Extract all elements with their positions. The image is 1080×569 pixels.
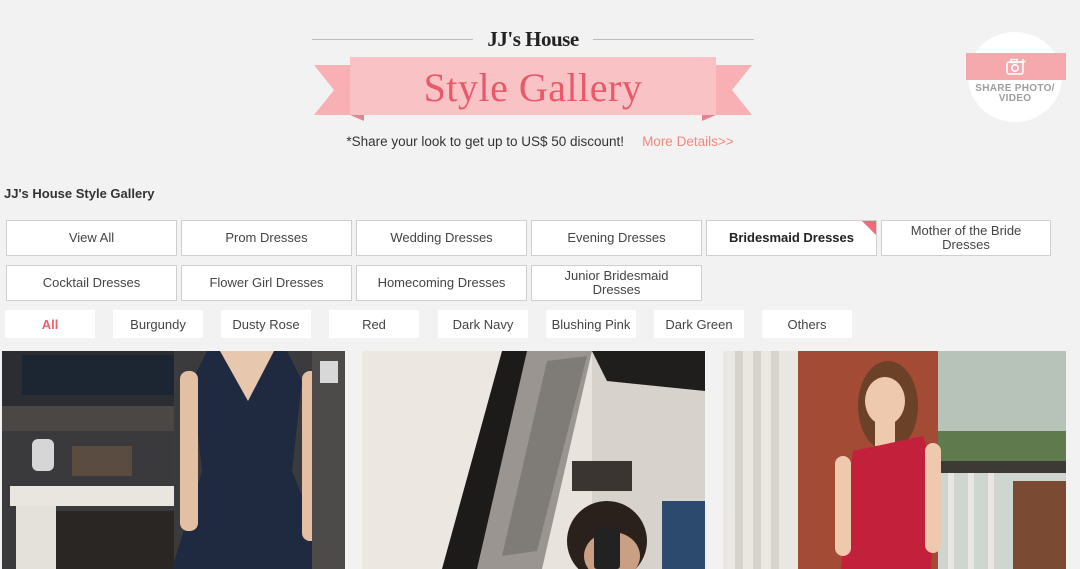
color-filter-all[interactable]: All — [5, 310, 95, 338]
color-filter-label: Dark Navy — [452, 316, 514, 332]
brand-logo: JJ's House — [487, 26, 579, 51]
color-filter-blushing-pink[interactable]: Blushing Pink — [546, 310, 636, 338]
promo-text: *Share your look to get up to US$ 50 dis… — [346, 134, 625, 149]
color-filter-red[interactable]: Red — [329, 310, 419, 338]
photo-red-dress — [723, 351, 1066, 569]
divider — [312, 38, 474, 40]
brand-header: JJ's House — [312, 26, 755, 51]
category-evening-dresses[interactable]: Evening Dresses — [531, 220, 702, 256]
category-label: Cocktail Dresses — [42, 275, 141, 290]
color-filter-burgundy[interactable]: Burgundy — [113, 310, 203, 338]
color-filter-label: Others — [787, 316, 827, 332]
color-filter-dark-green[interactable]: Dark Green — [654, 310, 744, 338]
color-filter-others[interactable]: Others — [762, 310, 852, 338]
category-label: Prom Dresses — [225, 230, 308, 245]
category-label: Homecoming Dresses — [377, 275, 506, 290]
share-photo-band[interactable] — [966, 53, 1066, 80]
category-cocktail-dresses[interactable]: Cocktail Dresses — [6, 265, 177, 301]
style-gallery-banner: Style Gallery — [312, 57, 754, 123]
color-filter-label: Blushing Pink — [551, 316, 631, 332]
category-label: Wedding Dresses — [390, 230, 493, 245]
more-details-link[interactable]: More Details>> — [642, 134, 734, 149]
category-junior-bridesmaid-dresses[interactable]: Junior Bridesmaid Dresses — [531, 265, 702, 301]
category-wedding-dresses[interactable]: Wedding Dresses — [356, 220, 527, 256]
promo-line: *Share your look to get up to US$ 50 dis… — [0, 134, 1080, 149]
category-label: Evening Dresses — [567, 230, 666, 245]
category-bridesmaid-dresses[interactable]: Bridesmaid Dresses — [706, 220, 877, 256]
category-mother-of-the-bride-dresses[interactable]: Mother of the Bride Dresses — [881, 220, 1051, 256]
category-view-all[interactable]: View All — [6, 220, 177, 256]
share-photo-label[interactable]: SHARE PHOTO/ VIDEO — [968, 84, 1062, 104]
color-filter-dark-navy[interactable]: Dark Navy — [438, 310, 528, 338]
category-label: Flower Girl Dresses — [209, 275, 324, 290]
photo-mirror-selfie — [362, 351, 705, 569]
category-flower-girl-dresses[interactable]: Flower Girl Dresses — [181, 265, 352, 301]
section-title: JJ's House Style Gallery — [4, 186, 155, 201]
category-label: Bridesmaid Dresses — [728, 230, 854, 245]
category-homecoming-dresses[interactable]: Homecoming Dresses — [356, 265, 527, 301]
category-label: View All — [68, 230, 115, 245]
category-label: Junior Bridesmaid Dresses — [564, 268, 669, 297]
color-filter-label: All — [41, 316, 59, 332]
color-filter-label: Dark Green — [665, 316, 733, 332]
color-filter-label: Dusty Rose — [232, 316, 300, 332]
color-filter-label: Burgundy — [130, 316, 186, 332]
divider — [592, 38, 755, 40]
page-title: Style Gallery — [423, 65, 643, 110]
camera-plus-icon — [1006, 58, 1026, 75]
gallery-photo[interactable] — [2, 351, 345, 569]
gallery-photo[interactable] — [723, 351, 1066, 569]
photo-navy-dress — [2, 351, 345, 569]
category-prom-dresses[interactable]: Prom Dresses — [181, 220, 352, 256]
gallery-photo[interactable] — [362, 351, 705, 569]
selected-corner-marker — [862, 221, 876, 235]
color-filter-label: Red — [362, 316, 386, 332]
color-filter-dusty-rose[interactable]: Dusty Rose — [221, 310, 311, 338]
category-label: Mother of the Bride Dresses — [910, 223, 1022, 252]
